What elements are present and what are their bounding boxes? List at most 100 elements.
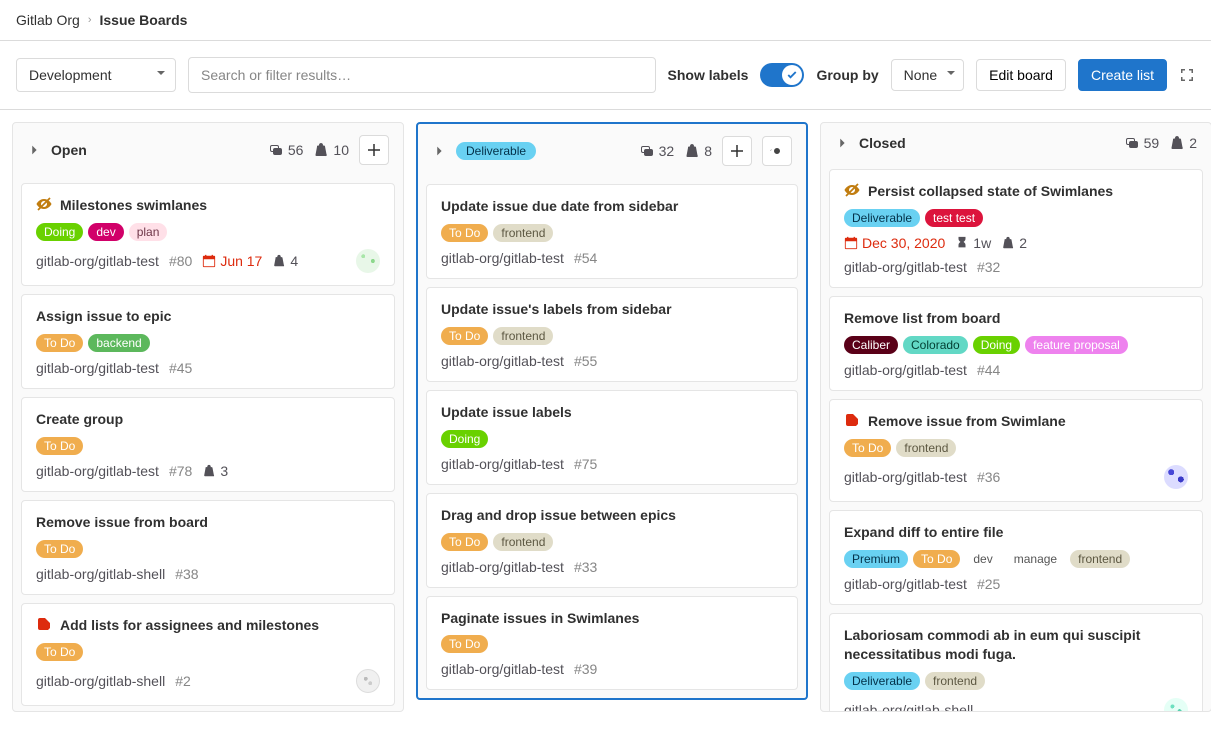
card-project[interactable]: gitlab-org/gitlab-test (844, 362, 967, 378)
card-issue-number[interactable]: #55 (574, 353, 597, 369)
card-project[interactable]: gitlab-org/gitlab-test (36, 463, 159, 479)
issue-card[interactable]: Remove list from board CaliberColoradoDo… (829, 296, 1203, 391)
label-frontend[interactable]: frontend (896, 439, 956, 457)
issue-card[interactable]: Create group To Do gitlab-org/gitlab-tes… (21, 397, 395, 492)
label-frontend[interactable]: frontend (493, 224, 553, 242)
issue-card[interactable]: Paginate issues in Swimlanes To Do gitla… (426, 596, 798, 691)
board-selector[interactable]: Development (16, 58, 176, 92)
card-project[interactable]: gitlab-org/gitlab-test (441, 353, 564, 369)
label-To Do[interactable]: To Do (441, 327, 488, 345)
label-feature proposal[interactable]: feature proposal (1025, 336, 1128, 354)
card-project[interactable]: gitlab-org/gitlab-test (844, 469, 967, 485)
label-dev_plain[interactable]: dev (965, 550, 1000, 568)
card-issue-number[interactable]: #33 (574, 559, 597, 575)
search-input[interactable] (188, 57, 656, 93)
card-issue-number[interactable]: #78 (169, 463, 192, 479)
label-Premium[interactable]: Premium (844, 550, 908, 568)
label-To Do[interactable]: To Do (36, 540, 83, 558)
card-project[interactable]: gitlab-org/gitlab-test (36, 360, 159, 376)
label-To Do[interactable]: To Do (441, 224, 488, 242)
card-date: Dec 30, 2020 (862, 235, 945, 251)
card-project[interactable]: gitlab-org/gitlab-test (36, 253, 159, 269)
label-Doing[interactable]: Doing (36, 223, 83, 241)
label-Deliverable[interactable]: Deliverable (844, 672, 920, 690)
label-manage[interactable]: manage (1006, 550, 1065, 568)
issue-card[interactable]: Update issue's labels from sidebar To Do… (426, 287, 798, 382)
edit-board-button[interactable]: Edit board (976, 59, 1066, 91)
avatar[interactable] (1164, 698, 1188, 711)
card-issue-number[interactable]: #2 (175, 673, 191, 689)
issue-card[interactable]: Add lists for assignees and milestones T… (21, 603, 395, 706)
label-Deliverable[interactable]: Deliverable (844, 209, 920, 227)
label-frontend[interactable]: frontend (493, 533, 553, 551)
card-issue-number[interactable]: #54 (574, 250, 597, 266)
label-To Do[interactable]: To Do (441, 533, 488, 551)
card-issue-number[interactable]: #44 (977, 362, 1000, 378)
issue-card[interactable]: Drag and drop issue between epics To Dof… (426, 493, 798, 588)
label-To Do[interactable]: To Do (36, 334, 83, 352)
card-project[interactable]: gitlab-org/gitlab-shell (36, 566, 165, 582)
card-project[interactable]: gitlab-org/gitlab-test (844, 259, 967, 275)
card-issue-number[interactable]: #39 (574, 661, 597, 677)
group-by-select[interactable]: None (891, 59, 964, 91)
label-frontend[interactable]: frontend (925, 672, 985, 690)
label-Doing[interactable]: Doing (441, 430, 488, 448)
issue-card[interactable]: Milestones swimlanes Doingdevplan gitlab… (21, 183, 395, 286)
label-frontend[interactable]: frontend (1070, 550, 1130, 568)
card-project[interactable]: gitlab-org/gitlab-test (441, 456, 564, 472)
list-cards[interactable]: Milestones swimlanes Doingdevplan gitlab… (13, 177, 403, 711)
avatar[interactable] (356, 669, 380, 693)
avatar[interactable] (356, 249, 380, 273)
card-issue-number[interactable]: #75 (574, 456, 597, 472)
issue-card[interactable]: Persist collapsed state of Swimlanes Del… (829, 169, 1203, 288)
label-Caliber[interactable]: Caliber (844, 336, 898, 354)
create-list-button[interactable]: Create list (1078, 59, 1167, 91)
card-issue-number[interactable]: #25 (977, 576, 1000, 592)
show-labels-toggle[interactable] (760, 63, 804, 87)
card-project[interactable]: gitlab-org/gitlab-test (441, 661, 564, 677)
chevron-right-icon[interactable] (835, 136, 849, 150)
add-issue-button[interactable] (722, 136, 752, 166)
issue-card[interactable]: Assign issue to epic To Dobackend gitlab… (21, 294, 395, 389)
list-cards[interactable]: Update issue due date from sidebar To Do… (418, 178, 806, 698)
label-frontend[interactable]: frontend (493, 327, 553, 345)
label-To Do[interactable]: To Do (36, 643, 83, 661)
list-settings-button[interactable] (762, 136, 792, 166)
label-To Do[interactable]: To Do (913, 550, 960, 568)
issue-card[interactable]: Update issue labels Doing gitlab-org/git… (426, 390, 798, 485)
label-backend[interactable]: backend (88, 334, 149, 352)
issue-card[interactable]: Remove issue from Swimlane To Dofrontend… (829, 399, 1203, 502)
card-issue-number[interactable]: #32 (977, 259, 1000, 275)
card-issue-number[interactable]: #36 (977, 469, 1000, 485)
chevron-right-icon[interactable] (432, 144, 446, 158)
board-lists: Open 56 10 Milestones swimlanes Doingdev… (0, 110, 1211, 724)
card-issue-number[interactable]: #45 (169, 360, 192, 376)
card-issue-number[interactable]: #38 (175, 566, 198, 582)
card-project[interactable]: gitlab-org/gitlab-shell (844, 702, 973, 711)
label-Colorado[interactable]: Colorado (903, 336, 968, 354)
card-project[interactable]: gitlab-org/gitlab-shell (36, 673, 165, 689)
label-dev[interactable]: dev (88, 223, 123, 241)
label-To Do[interactable]: To Do (36, 437, 83, 455)
list-cards[interactable]: Persist collapsed state of Swimlanes Del… (821, 163, 1211, 711)
issue-card[interactable]: Remove issue from board To Do gitlab-org… (21, 500, 395, 595)
chevron-right-icon[interactable] (27, 143, 41, 157)
card-project[interactable]: gitlab-org/gitlab-test (441, 250, 564, 266)
breadcrumb-page[interactable]: Issue Boards (99, 12, 187, 28)
breadcrumb-root[interactable]: Gitlab Org (16, 12, 80, 28)
label-test test[interactable]: test test (925, 209, 983, 227)
add-issue-button[interactable] (359, 135, 389, 165)
label-To Do[interactable]: To Do (844, 439, 891, 457)
label-Doing[interactable]: Doing (973, 336, 1020, 354)
issue-card[interactable]: Laboriosam commodi ab in eum qui suscipi… (829, 613, 1203, 711)
label-To Do[interactable]: To Do (441, 635, 488, 653)
label-plan[interactable]: plan (129, 223, 168, 241)
card-issue-number[interactable]: #80 (169, 253, 192, 269)
card-project[interactable]: gitlab-org/gitlab-test (441, 559, 564, 575)
issue-card[interactable]: Update issue due date from sidebar To Do… (426, 184, 798, 279)
fullscreen-icon[interactable] (1179, 67, 1195, 83)
list-title-label[interactable]: Deliverable (456, 142, 536, 160)
issue-card[interactable]: Expand diff to entire file PremiumTo Dod… (829, 510, 1203, 605)
avatar[interactable] (1164, 465, 1188, 489)
card-project[interactable]: gitlab-org/gitlab-test (844, 576, 967, 592)
